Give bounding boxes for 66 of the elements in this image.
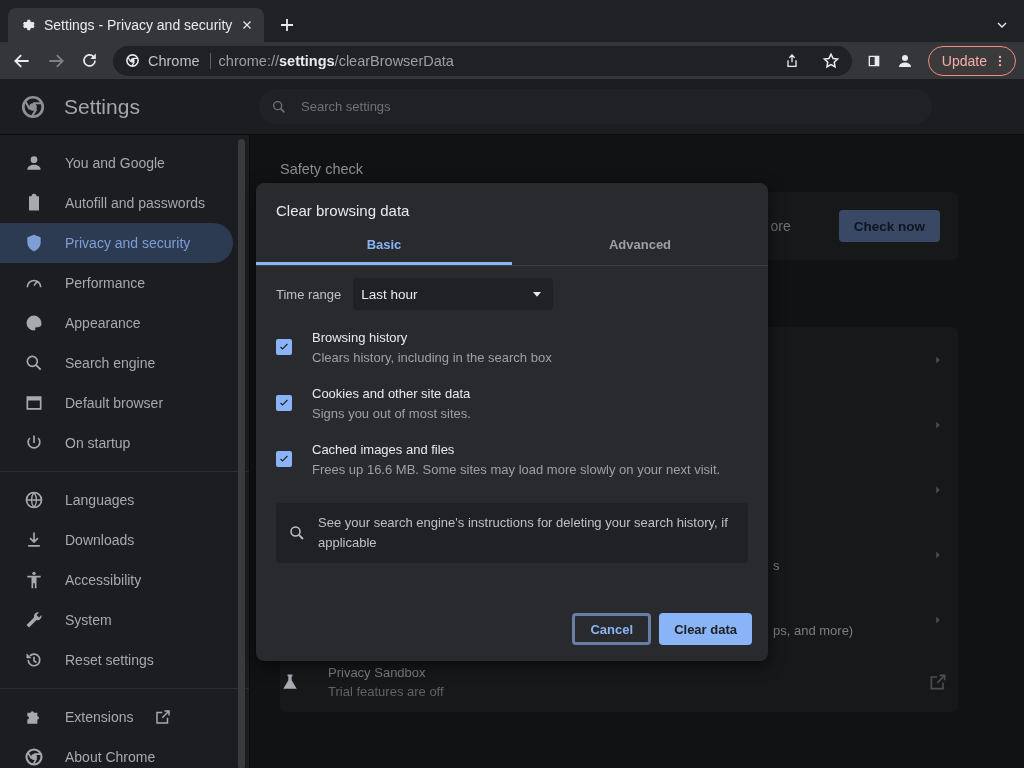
row-title: Privacy Sandbox [328, 665, 427, 680]
external-link-icon [154, 708, 173, 726]
info-text: See your search engine's instructions for deleting your search history, if applicable [318, 514, 729, 552]
sidebar-item[interactable]: Default browser [0, 383, 233, 423]
sidebar-item[interactable]: Accessibility [0, 560, 233, 600]
chrome-logo-icon [24, 747, 44, 767]
row-subtitle: ps, and more) [773, 622, 855, 638]
checkbox[interactable] [276, 451, 292, 467]
search-icon [271, 98, 287, 115]
card-text: ore [770, 218, 791, 234]
tab[interactable]: Advanced [512, 227, 768, 265]
sidebar-item[interactable]: On startup [0, 423, 233, 463]
sidebar-item[interactable]: Privacy and security [0, 223, 233, 263]
checkbox[interactable] [276, 339, 292, 355]
sidebar-item[interactable]: Appearance [0, 303, 233, 343]
site-chip: Chrome [148, 52, 211, 69]
check-icon [278, 341, 290, 353]
sidebar-item[interactable]: Languages [0, 480, 233, 520]
row-subtitle: s [773, 557, 781, 573]
sidebar-item[interactable]: Downloads [0, 520, 233, 560]
sidebar-item[interactable]: You and Google [0, 143, 233, 183]
search-icon [288, 524, 306, 542]
chrome-logo-icon [125, 53, 140, 68]
search-icon [24, 353, 44, 373]
settings-title: Settings [64, 94, 141, 119]
flask-icon [280, 672, 300, 692]
option-label: Cookies and other site data [312, 386, 471, 401]
sidebar-item[interactable]: Autofill and passwords [0, 183, 233, 223]
sidebar-item[interactable]: System [0, 600, 233, 640]
globe-icon [24, 490, 44, 510]
field-label: Time range [276, 286, 342, 302]
browser-tab[interactable]: Settings - Privacy and security [8, 8, 265, 42]
person-icon [24, 153, 44, 173]
wrench-icon [24, 610, 44, 630]
time-range-dropdown[interactable]: Last hour [353, 278, 554, 310]
accessibility-icon [24, 570, 44, 590]
tab[interactable]: Basic [256, 227, 512, 265]
option-description: Clears history, including in the search box [312, 350, 552, 365]
check-icon [278, 397, 290, 409]
checkbox[interactable] [276, 395, 292, 411]
option-description: Signs you out of most sites. [312, 406, 471, 421]
dialog-title: Clear browsing data [275, 201, 411, 221]
sidebar-item[interactable]: Search engine [0, 343, 233, 383]
browser-window-icon [24, 393, 44, 413]
bookmark-star-icon[interactable] [821, 51, 840, 70]
shield-icon [24, 233, 44, 253]
cancel-button[interactable]: Cancel [572, 613, 652, 645]
address-bar[interactable]: Chrome chrome://settings/clearBrowserData [113, 45, 852, 76]
scrollbar[interactable] [238, 139, 245, 768]
reload-icon[interactable] [80, 51, 99, 70]
clear-data-button[interactable]: Clear data [659, 613, 752, 645]
history-icon [24, 650, 44, 670]
update-button[interactable]: Update [927, 45, 1016, 76]
section-title: Safety check [280, 161, 364, 177]
palette-icon [24, 313, 44, 333]
sidebar-item[interactable]: About Chrome [0, 737, 233, 768]
option-label: Browsing history [312, 330, 409, 345]
option-description: Frees up 16.6 MB. Some sites may load more slowly on your next visit. [312, 462, 721, 477]
row-subtitle: Trial features are off [328, 684, 445, 699]
url-text: chrome://settings/clearBrowserData [218, 52, 455, 69]
sidebar-item[interactable]: Extensions [0, 697, 233, 737]
sidebar-item[interactable]: Reset settings [0, 640, 233, 680]
check-icon [278, 453, 290, 465]
option-label: Cached images and files [312, 442, 456, 457]
chrome-logo-icon [20, 93, 46, 120]
sidebar-item[interactable]: Performance [0, 263, 233, 303]
